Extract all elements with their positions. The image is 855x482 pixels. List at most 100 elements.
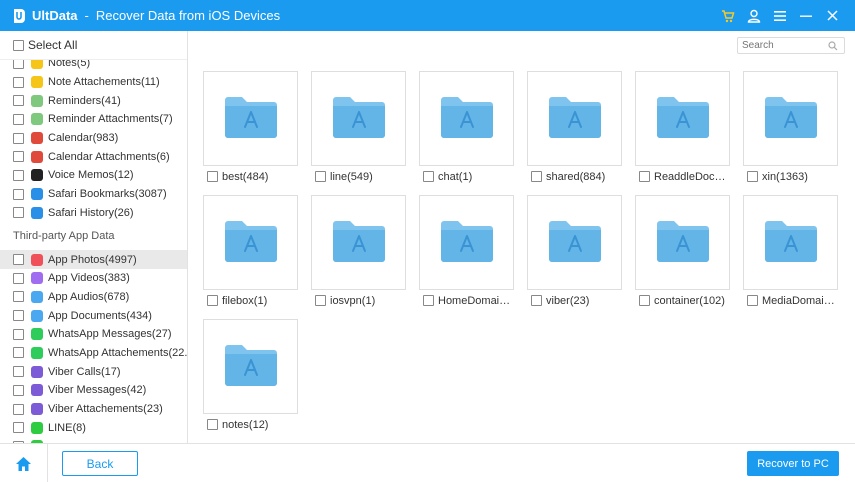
folder-grid: best(484) line(549) chat(1) shared(884) Read… bbox=[203, 71, 838, 431]
sidebar-item-checkbox[interactable] bbox=[13, 291, 24, 303]
sidebar-item[interactable]: Calendar(983) bbox=[0, 129, 187, 148]
sidebar-item-checkbox[interactable] bbox=[13, 188, 24, 200]
folder-tile[interactable]: best(484) bbox=[203, 71, 298, 183]
folder-checkbox[interactable] bbox=[747, 171, 758, 182]
folder-checkbox[interactable] bbox=[639, 171, 650, 182]
sidebar-item[interactable]: App Photos(4997) bbox=[0, 250, 187, 269]
sidebar-item[interactable]: App Documents(434) bbox=[0, 306, 187, 325]
folder-thumbnail[interactable] bbox=[635, 195, 730, 290]
sidebar-item[interactable]: Voice Memos(12) bbox=[0, 166, 187, 185]
sidebar-item-checkbox[interactable] bbox=[13, 169, 24, 181]
sidebar-item-checkbox[interactable] bbox=[13, 132, 24, 144]
sidebar-item-checkbox[interactable] bbox=[13, 347, 24, 359]
folder-checkbox[interactable] bbox=[207, 419, 218, 430]
folder-checkbox[interactable] bbox=[423, 295, 434, 306]
sidebar-item-checkbox[interactable] bbox=[13, 403, 24, 415]
folder-thumbnail[interactable] bbox=[203, 195, 298, 290]
folder-checkbox[interactable] bbox=[747, 295, 758, 306]
select-all[interactable]: Select All bbox=[0, 31, 187, 60]
sidebar-item-checkbox[interactable] bbox=[13, 95, 24, 107]
sidebar-item[interactable]: WhatsApp Attachements(22... bbox=[0, 344, 187, 363]
sidebar-item[interactable]: Reminder Attachments(7) bbox=[0, 110, 187, 129]
sidebar-item[interactable]: Safari History(26) bbox=[0, 204, 187, 223]
sidebar-item[interactable]: Safari Bookmarks(3087) bbox=[0, 185, 187, 204]
sidebar-item-checkbox[interactable] bbox=[13, 254, 24, 266]
folder-tile[interactable]: viber(23) bbox=[527, 195, 622, 307]
folder-tile[interactable]: container(102) bbox=[635, 195, 730, 307]
folder-thumbnail[interactable] bbox=[203, 319, 298, 414]
sidebar-item-checkbox[interactable] bbox=[13, 310, 24, 322]
sidebar-item[interactable]: App Audios(678) bbox=[0, 288, 187, 307]
sidebar-item[interactable]: Notes(5) bbox=[0, 60, 187, 73]
search-box[interactable] bbox=[737, 37, 845, 54]
sidebar-item[interactable]: App Videos(383) bbox=[0, 269, 187, 288]
folder-checkbox[interactable] bbox=[531, 171, 542, 182]
home-button[interactable] bbox=[0, 444, 48, 482]
sidebar-item-checkbox[interactable] bbox=[13, 366, 24, 378]
sidebar-item-checkbox[interactable] bbox=[13, 207, 24, 219]
cart-icon[interactable] bbox=[715, 0, 741, 31]
sidebar-item[interactable]: LINE(8) bbox=[0, 418, 187, 437]
folder-thumbnail[interactable] bbox=[743, 71, 838, 166]
folder-thumbnail[interactable] bbox=[419, 71, 514, 166]
sidebar-item[interactable]: Viber Calls(17) bbox=[0, 362, 187, 381]
sidebar-item-checkbox[interactable] bbox=[13, 328, 24, 340]
folder-checkbox[interactable] bbox=[207, 171, 218, 182]
folder-checkbox[interactable] bbox=[423, 171, 434, 182]
sidebar-item-label: Safari Bookmarks(3087) bbox=[48, 188, 167, 201]
folder-tile[interactable]: filebox(1) bbox=[203, 195, 298, 307]
category-list[interactable]: Notes(5) Note Attachements(11) Reminders(4… bbox=[0, 60, 187, 443]
user-icon[interactable] bbox=[741, 0, 767, 31]
note-attachments-icon bbox=[31, 76, 43, 89]
sidebar-item-checkbox[interactable] bbox=[13, 272, 24, 284]
folder-thumbnail[interactable] bbox=[419, 195, 514, 290]
folder-tile[interactable]: shared(884) bbox=[527, 71, 622, 183]
sidebar-item-checkbox[interactable] bbox=[13, 76, 24, 88]
folder-tile[interactable]: xin(1363) bbox=[743, 71, 838, 183]
folder-label: viber(23) bbox=[546, 294, 590, 307]
sidebar-item-checkbox[interactable] bbox=[13, 422, 24, 434]
folder-tile[interactable]: HomeDomain(... bbox=[419, 195, 514, 307]
sidebar-item[interactable]: Viber Messages(42) bbox=[0, 381, 187, 400]
folder-thumbnail[interactable] bbox=[203, 71, 298, 166]
close-icon[interactable] bbox=[819, 0, 845, 31]
search-input[interactable] bbox=[738, 38, 824, 53]
sidebar-scrollbar[interactable] bbox=[183, 60, 187, 443]
sidebar-item-checkbox[interactable] bbox=[13, 113, 24, 125]
folder-thumbnail[interactable] bbox=[311, 71, 406, 166]
folder-tile[interactable]: iosvpn(1) bbox=[311, 195, 406, 307]
select-all-checkbox[interactable] bbox=[13, 39, 24, 51]
folder-tile[interactable]: ReaddleDocsIP... bbox=[635, 71, 730, 183]
recover-to-pc-button[interactable]: Recover to PC bbox=[747, 451, 839, 476]
sidebar-item[interactable]: Viber Attachements(23) bbox=[0, 400, 187, 419]
folder-tile[interactable]: notes(12) bbox=[203, 319, 298, 431]
folder-label: best(484) bbox=[222, 170, 269, 183]
sidebar-item-checkbox[interactable] bbox=[13, 60, 24, 69]
app-name: UltData bbox=[32, 8, 78, 23]
sidebar-item[interactable]: Calendar Attachments(6) bbox=[0, 147, 187, 166]
sidebar-item[interactable]: WhatsApp Messages(27) bbox=[0, 325, 187, 344]
back-button[interactable]: Back bbox=[62, 451, 138, 476]
menu-icon[interactable] bbox=[767, 0, 793, 31]
sidebar-item-checkbox[interactable] bbox=[13, 384, 24, 396]
app-folder-icon bbox=[439, 94, 495, 143]
sidebar-item[interactable]: Note Attachements(11) bbox=[0, 73, 187, 92]
folder-thumbnail[interactable] bbox=[527, 195, 622, 290]
category-sidebar: Select All Notes(5) Note Attachements(11)… bbox=[0, 31, 188, 443]
minimize-icon[interactable] bbox=[793, 0, 819, 31]
folder-thumbnail[interactable] bbox=[635, 71, 730, 166]
folder-checkbox[interactable] bbox=[639, 295, 650, 306]
sidebar-item[interactable]: Reminders(41) bbox=[0, 91, 187, 110]
sidebar-item-checkbox[interactable] bbox=[13, 151, 24, 163]
folder-tile[interactable]: chat(1) bbox=[419, 71, 514, 183]
folder-checkbox[interactable] bbox=[531, 295, 542, 306]
folder-checkbox[interactable] bbox=[315, 295, 326, 306]
folder-thumbnail[interactable] bbox=[311, 195, 406, 290]
folder-thumbnail[interactable] bbox=[527, 71, 622, 166]
folder-checkbox[interactable] bbox=[207, 295, 218, 306]
folder-tile[interactable]: MediaDomain(... bbox=[743, 195, 838, 307]
search-icon[interactable] bbox=[824, 38, 842, 53]
folder-checkbox[interactable] bbox=[315, 171, 326, 182]
folder-thumbnail[interactable] bbox=[743, 195, 838, 290]
folder-tile[interactable]: line(549) bbox=[311, 71, 406, 183]
